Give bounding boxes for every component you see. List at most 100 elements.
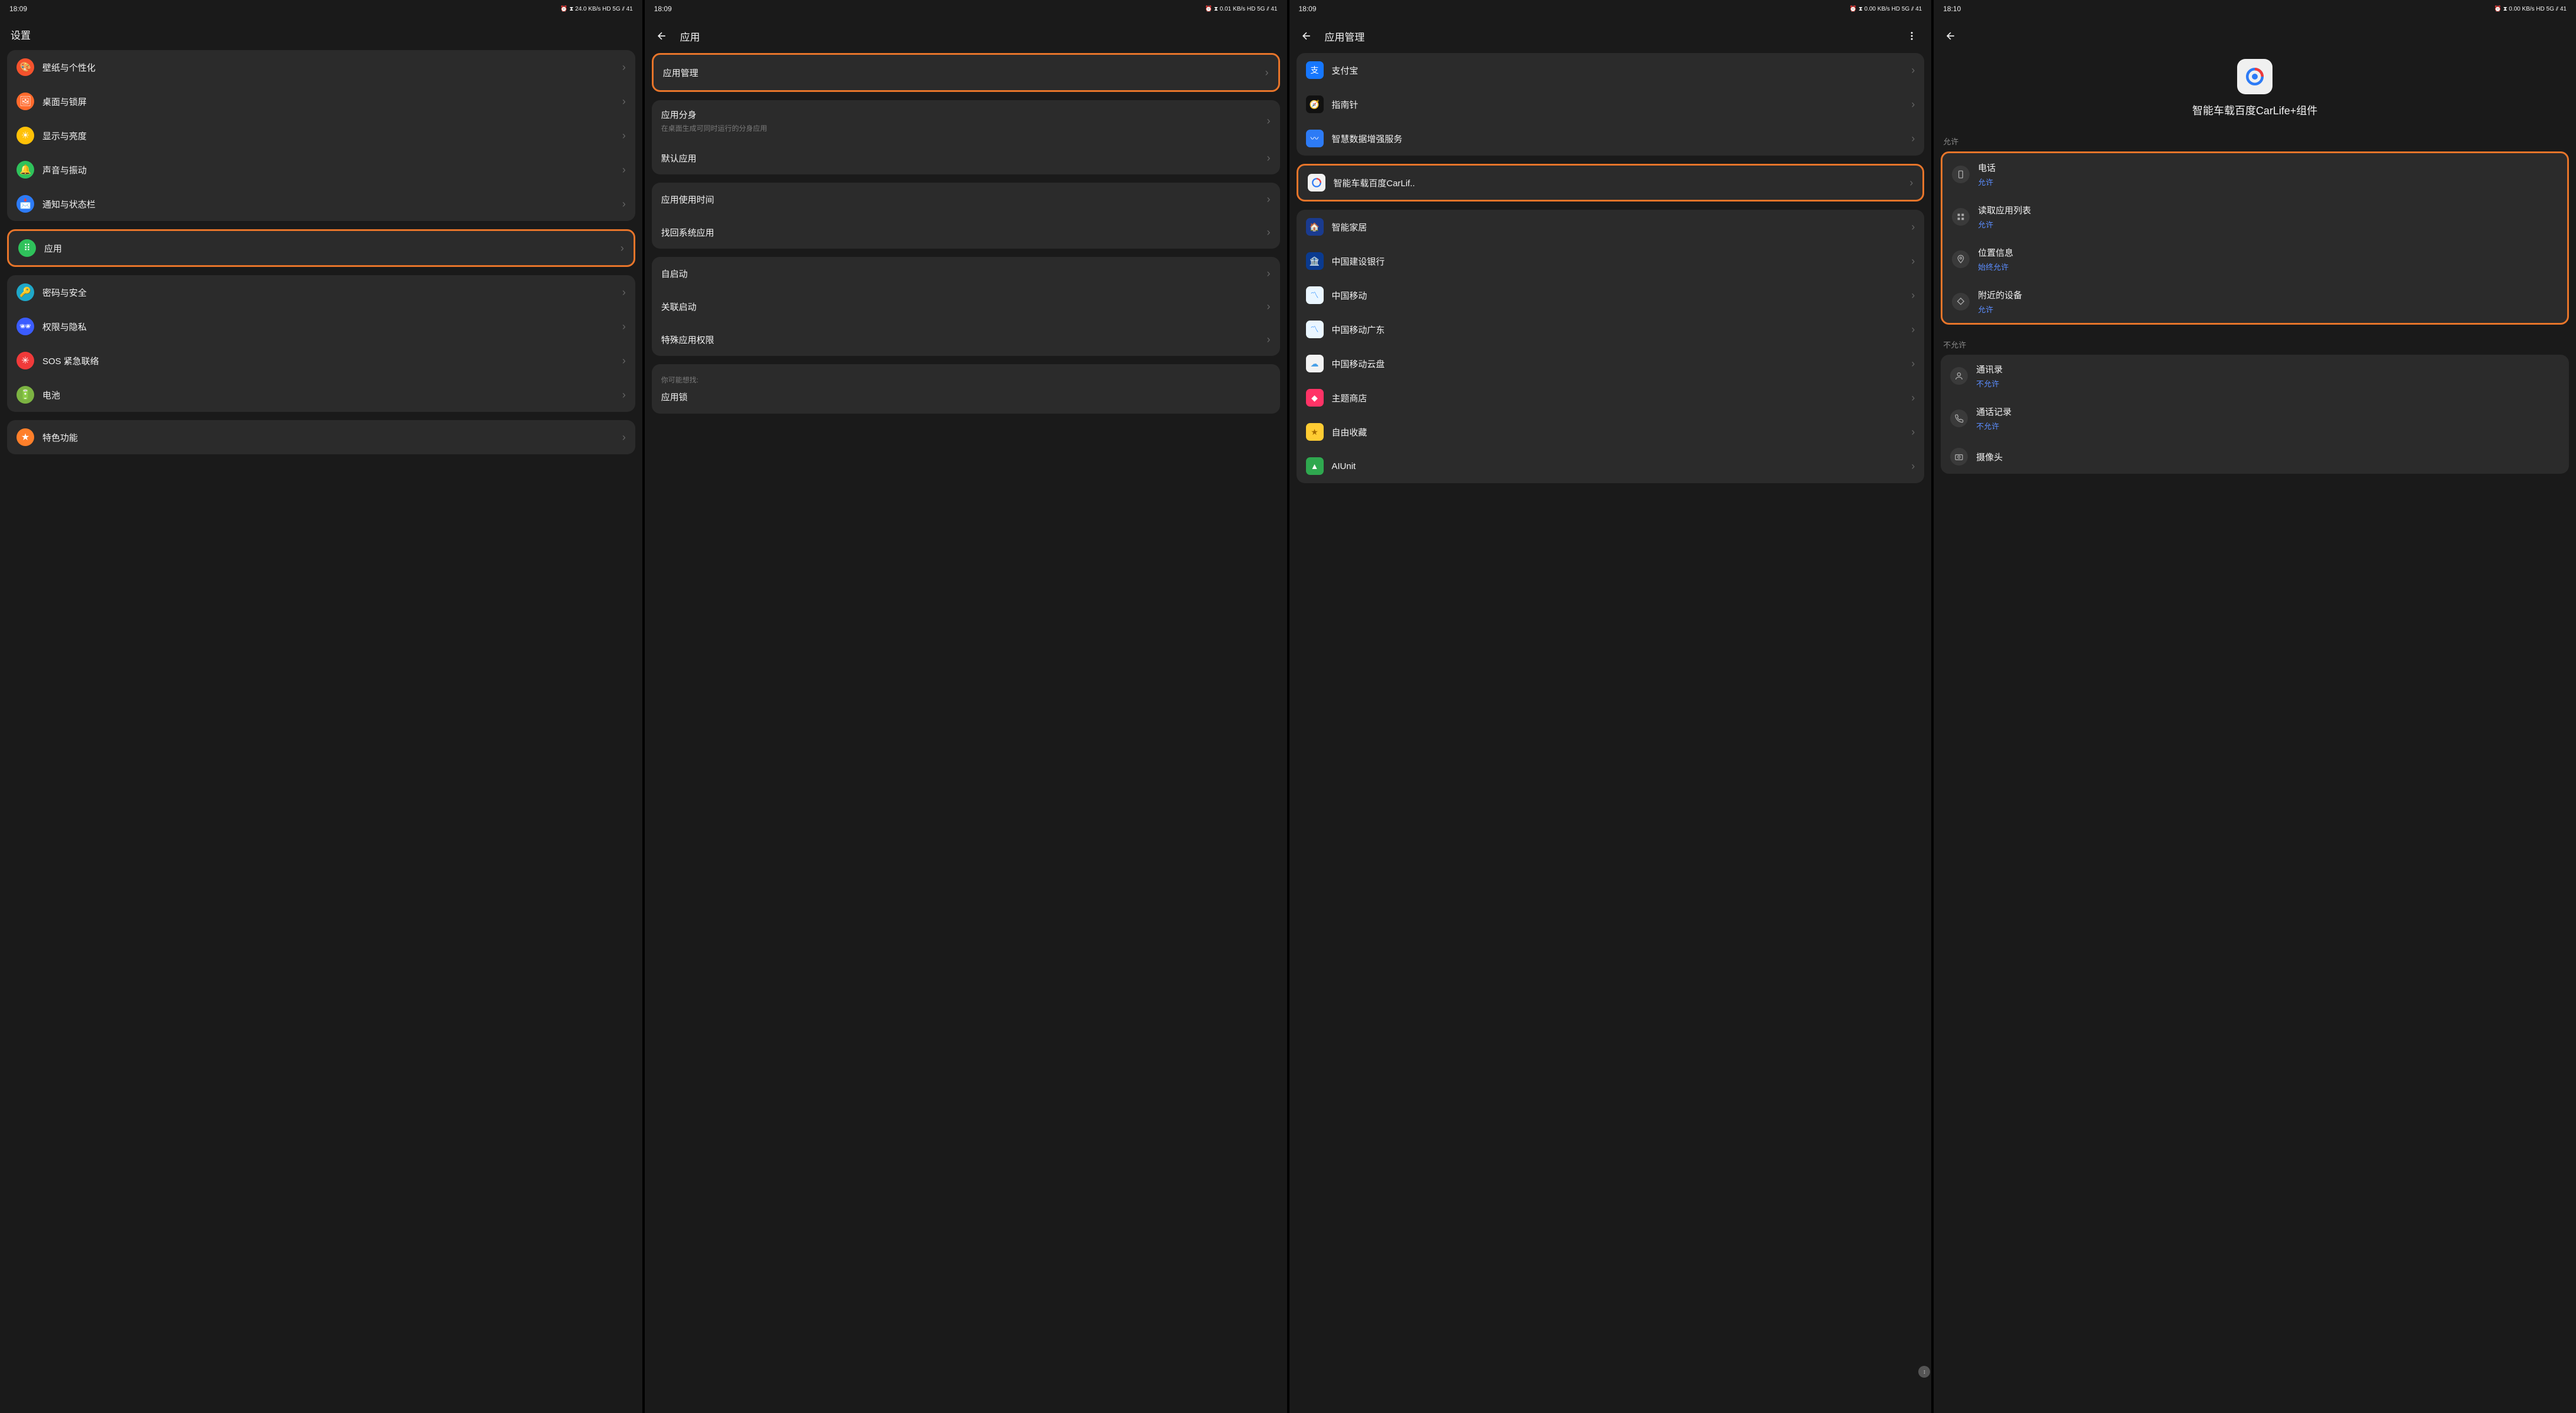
- panel-settings: 18:09 ⏰ ⧗ 24.0 KB/s HD 5G ⫽ 41 设置 🎨壁纸与个性…: [0, 0, 642, 1413]
- header: 设置: [0, 18, 642, 50]
- chevron-right-icon: ›: [622, 321, 626, 333]
- row-password-security[interactable]: 🔑密码与安全›: [7, 275, 635, 309]
- chevron-right-icon: ›: [1911, 358, 1915, 370]
- bell-icon: 🔔: [17, 161, 34, 179]
- perm-row-camera[interactable]: 摄像头: [1941, 440, 2569, 474]
- chevron-right-icon: ›: [1267, 334, 1271, 346]
- header: 应用管理: [1289, 18, 1932, 53]
- battery-icon: 🔋: [17, 386, 34, 404]
- settings-group-apps-highlighted: ⠿应用›: [7, 229, 635, 267]
- page-title: 设置: [11, 27, 31, 42]
- section-denied-label: 不允许: [1941, 333, 2569, 355]
- row-associated-start[interactable]: 关联启动›: [652, 290, 1280, 323]
- chevron-right-icon: ›: [1911, 323, 1915, 336]
- back-button[interactable]: [1942, 27, 1960, 45]
- app-list-upper: 支支付宝› 🧭指南针› 〰智慧数据增强服务›: [1297, 53, 1925, 156]
- row-app-management[interactable]: 应用管理›: [654, 55, 1278, 90]
- row-apps[interactable]: ⠿应用›: [9, 231, 634, 265]
- row-special-features[interactable]: ★特色功能›: [7, 420, 635, 454]
- chevron-right-icon: ›: [1911, 392, 1915, 404]
- analytics-icon: 〰: [1306, 130, 1324, 147]
- back-button[interactable]: [1298, 27, 1315, 45]
- app-row-favorites[interactable]: ★自由收藏›: [1297, 415, 1925, 449]
- apps-group-2: 应用使用时间› 找回系统应用›: [652, 183, 1280, 249]
- permissions-denied: 通讯录不允许 通话记录不允许 摄像头: [1941, 355, 2569, 474]
- chevron-right-icon: ›: [622, 164, 626, 176]
- app-row-smarthome[interactable]: 🏠智能家居›: [1297, 210, 1925, 244]
- section-allowed-label: 允许: [1941, 130, 2569, 151]
- carlife-icon: [2245, 67, 2265, 87]
- arrow-left-icon: [656, 30, 668, 42]
- chevron-right-icon: ›: [1267, 115, 1271, 127]
- chevron-right-icon: ›: [622, 389, 626, 401]
- apps-icon: ⠿: [18, 239, 36, 257]
- apps-group-3: 自启动› 关联启动› 特殊应用权限›: [652, 257, 1280, 356]
- chevron-right-icon: ›: [1911, 64, 1915, 77]
- row-desktop-lock[interactable]: 🖼桌面与锁屏›: [7, 84, 635, 118]
- call-icon: [1950, 410, 1968, 427]
- perm-row-applist[interactable]: 读取应用列表允许: [1942, 196, 2567, 238]
- chevron-right-icon: ›: [622, 355, 626, 367]
- row-app-clone[interactable]: 应用分身在桌面生成可同时运行的分身应用›: [652, 100, 1280, 141]
- status-bar: 18:10 ⏰ ⧗ 0.00 KB/s HD 5G ⫽ 41: [1934, 0, 2576, 18]
- chevron-right-icon: ›: [1911, 221, 1915, 233]
- more-button[interactable]: [1903, 27, 1921, 45]
- app-row-ccb[interactable]: 🏦中国建设银行›: [1297, 244, 1925, 278]
- row-wallpaper[interactable]: 🎨壁纸与个性化›: [7, 50, 635, 84]
- row-usage-time[interactable]: 应用使用时间›: [652, 183, 1280, 216]
- perm-row-phone[interactable]: 电话允许: [1942, 153, 2567, 196]
- row-battery[interactable]: 🔋电池›: [7, 378, 635, 412]
- arrow-left-icon: [1945, 30, 1957, 42]
- alipay-icon: 支: [1306, 61, 1324, 79]
- row-privacy[interactable]: 🕶权限与隐私›: [7, 309, 635, 344]
- status-time: 18:09: [654, 5, 672, 13]
- row-default-apps[interactable]: 默认应用›: [652, 141, 1280, 174]
- apps-group-1: 应用分身在桌面生成可同时运行的分身应用› 默认应用›: [652, 100, 1280, 174]
- settings-group-features: ★特色功能›: [7, 420, 635, 454]
- row-notifications[interactable]: 📩通知与状态栏›: [7, 187, 635, 221]
- row-sound-vibration[interactable]: 🔔声音与振动›: [7, 153, 635, 187]
- key-icon: 🔑: [17, 283, 34, 301]
- favorites-icon: ★: [1306, 423, 1324, 441]
- app-row-alipay[interactable]: 支支付宝›: [1297, 53, 1925, 87]
- header: 应用: [645, 18, 1287, 53]
- theme-icon: ◆: [1306, 389, 1324, 407]
- star-icon: ★: [17, 428, 34, 446]
- app-row-smartdata[interactable]: 〰智慧数据增强服务›: [1297, 121, 1925, 156]
- row-restore-system-apps[interactable]: 找回系统应用›: [652, 216, 1280, 249]
- chevron-right-icon: ›: [1911, 133, 1915, 145]
- row-autostart[interactable]: 自启动›: [652, 257, 1280, 290]
- permissions-allowed-highlighted: 电话允许 读取应用列表允许 位置信息始终允许 附近的设备允许: [1941, 151, 2569, 325]
- status-bar: 18:09 ⏰ ⧗ 24.0 KB/s HD 5G ⫽ 41: [0, 0, 642, 18]
- perm-row-calllog[interactable]: 通话记录不允许: [1941, 397, 2569, 440]
- pin-icon: [1952, 250, 1970, 268]
- status-bar: 18:09 ⏰ ⧗ 0.01 KB/s HD 5G ⫽ 41: [645, 0, 1287, 18]
- page-title: 应用: [680, 29, 700, 44]
- app-row-compass[interactable]: 🧭指南针›: [1297, 87, 1925, 121]
- panel-app-management: 18:09 ⏰ ⧗ 0.00 KB/s HD 5G ⫽ 41 应用管理 支支付宝…: [1289, 0, 1932, 1413]
- row-display-brightness[interactable]: ☀显示与亮度›: [7, 118, 635, 153]
- home-icon: 🏠: [1306, 218, 1324, 236]
- app-row-cmgd[interactable]: 〽中国移动广东›: [1297, 312, 1925, 346]
- suggestion-item[interactable]: 应用锁: [661, 391, 1271, 403]
- chevron-right-icon: ›: [1267, 301, 1271, 313]
- app-row-carlife[interactable]: 智能车载百度CarLif..›: [1298, 166, 1923, 200]
- row-special-permissions[interactable]: 特殊应用权限›: [652, 323, 1280, 356]
- chevron-right-icon: ›: [1911, 289, 1915, 302]
- perm-row-contacts[interactable]: 通讯录不允许: [1941, 355, 2569, 397]
- chevron-right-icon: ›: [622, 286, 626, 299]
- perm-row-location[interactable]: 位置信息始终允许: [1942, 238, 2567, 280]
- app-row-aiunit[interactable]: ▲AIUnit›: [1297, 449, 1925, 483]
- perm-row-nearby[interactable]: 附近的设备允许: [1942, 280, 2567, 323]
- chevron-right-icon: ›: [621, 242, 624, 255]
- compass-icon: 🧭: [1306, 95, 1324, 113]
- chevron-right-icon: ›: [622, 431, 626, 444]
- app-row-cm[interactable]: 〽中国移动›: [1297, 278, 1925, 312]
- chevron-right-icon: ›: [1265, 67, 1269, 79]
- app-row-theme[interactable]: ◆主题商店›: [1297, 381, 1925, 415]
- row-sos[interactable]: ✳SOS 紧急联络›: [7, 344, 635, 378]
- back-button[interactable]: [653, 27, 671, 45]
- app-row-cloud[interactable]: ☁中国移动云盘›: [1297, 346, 1925, 381]
- status-indicators: ⏰ ⧗ 0.00 KB/s HD 5G ⫽ 41: [2494, 6, 2567, 12]
- cloud-icon: ☁: [1306, 355, 1324, 372]
